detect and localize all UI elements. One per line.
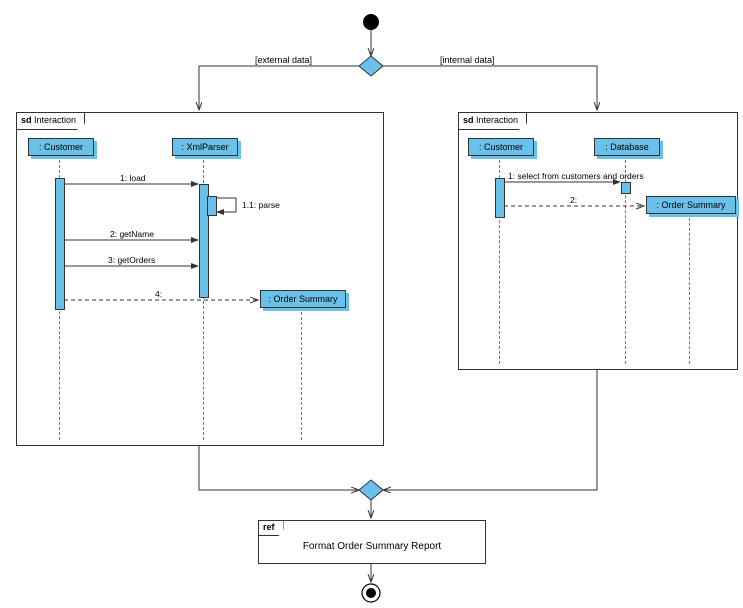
msg-create-right: 2: bbox=[570, 195, 577, 205]
activation-bar bbox=[55, 178, 65, 310]
lifeline-customer-left: : Customer bbox=[28, 138, 94, 156]
lifeline-order-summary-left: : Order Summary bbox=[260, 290, 346, 308]
guard-external: [external data] bbox=[255, 55, 312, 65]
frame-label-right: sd Interaction bbox=[459, 113, 527, 130]
frame-label-left: sd Interaction bbox=[17, 113, 85, 130]
lifeline-customer-right: : Customer bbox=[468, 138, 534, 156]
lifeline-xmlparser: : XmlParser bbox=[172, 138, 238, 156]
msg-select: 1: select from customers and orders bbox=[508, 171, 644, 181]
msg-create-left: 4: bbox=[155, 289, 162, 299]
lifeline-order-summary-right: : Order Summary bbox=[646, 196, 736, 214]
msg-getorders: 3: getOrders bbox=[108, 255, 155, 265]
msg-getname: 2: getName bbox=[110, 229, 154, 239]
lifeline-dash bbox=[689, 218, 690, 364]
guard-internal: [internal data] bbox=[440, 55, 495, 65]
activation-bar bbox=[621, 182, 631, 194]
ref-text: Format Order Summary Report bbox=[259, 521, 485, 552]
activation-bar bbox=[207, 196, 217, 216]
lifeline-database: : Database bbox=[594, 138, 660, 156]
ref-box: ref Format Order Summary Report bbox=[258, 520, 486, 564]
lifeline-dash bbox=[301, 312, 302, 440]
activation-bar bbox=[495, 178, 505, 218]
msg-parse: 1.1: parse bbox=[242, 200, 280, 210]
ref-tab: ref bbox=[259, 521, 284, 536]
msg-load: 1: load bbox=[120, 173, 146, 183]
diagram-canvas: [external data] [internal data] sd Inter… bbox=[0, 0, 743, 608]
